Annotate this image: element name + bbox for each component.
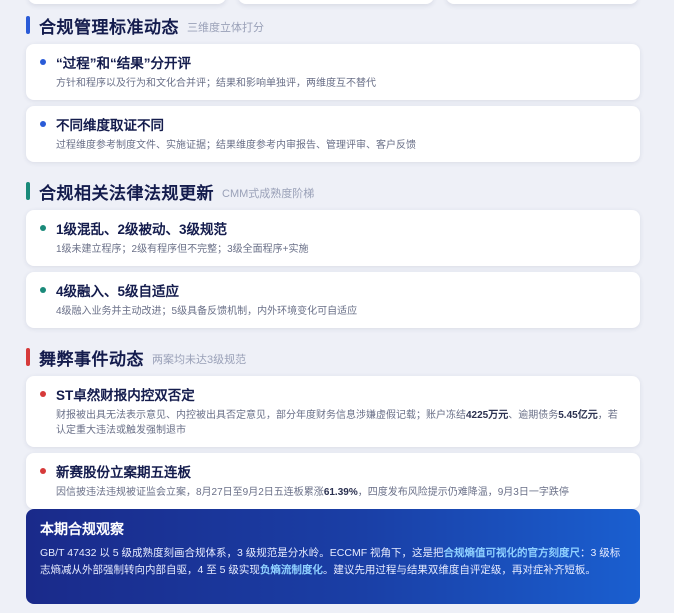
- card-title: ST卓然财报内控双否定: [56, 388, 195, 403]
- section-compliance-standards: 合规管理标准动态 三维度立体打分 “过程”和“结果”分开评 方针和程序以及行为和…: [26, 12, 640, 162]
- section-fraud-events: 舞弊事件动态 两案均未达3级规范 ST卓然财报内控双否定 财报被出具无法表示意见…: [26, 344, 640, 509]
- card-st-zhuoran: ST卓然财报内控双否定 财报被出具无法表示意见、内控被出具否定意见，部分年度财务…: [26, 376, 640, 447]
- desc-text: 、逾期债务: [508, 410, 559, 421]
- section-accent-bar: [26, 16, 30, 34]
- card-xinsai: 新赛股份立案期五连板 因信披违法违规被证监会立案，8月27日至9月2日五连板累涨…: [26, 453, 640, 509]
- obs-highlight: 合规熵值可视化的官方刻度尺: [443, 547, 581, 559]
- section-title: 舞弊事件动态: [39, 349, 144, 369]
- top-strip: [0, 0, 674, 6]
- card-description: 4级融入业务并主动改进；5级具备反馈机制，内外环境变化可自适应: [56, 306, 358, 317]
- observation-panel: 本期合规观察 GB/T 47432 以 5 级成熟度刻画合规体系，3 级规范是分…: [26, 509, 640, 604]
- section-subtitle: 两案均未达3级规范: [152, 353, 247, 366]
- desc-text: 因信披违法违规被证监会立案，8月27日至9月2日五连板累涨: [56, 487, 324, 498]
- bullet-dot-icon: [40, 225, 46, 231]
- section-subtitle: 三维度立体打分: [187, 21, 264, 34]
- section-header: 舞弊事件动态 两案均未达3级规范: [26, 344, 640, 370]
- bullet-dot-icon: [40, 59, 46, 65]
- card-description: 过程维度参考制度文件、实施证据；结果维度参考内审报告、管理评审、客户反馈: [56, 140, 416, 151]
- card-process-result: “过程”和“结果”分开评 方针和程序以及行为和文化合并评；结果和影响单独评，两维…: [26, 44, 640, 100]
- previous-card-edge: [28, 0, 226, 4]
- card-levels-4-5: 4级融入、5级自适应 4级融入业务并主动改进；5级具备反馈机制，内外环境变化可自…: [26, 272, 640, 328]
- observation-text: GB/T 47432 以 5 级成熟度刻画合规体系，3 级规范是分水岭。ECCM…: [40, 545, 626, 579]
- section-header: 合规管理标准动态 三维度立体打分: [26, 12, 640, 38]
- card-levels-1-3: 1级混乱、2级被动、3级规范 1级未建立程序；2级有程序但不完整；3级全面程序+…: [26, 210, 640, 266]
- bullet-dot-icon: [40, 468, 46, 474]
- section-subtitle: CMM式成熟度阶梯: [222, 187, 315, 200]
- obs-text: 。建议先用过程与结果双维度自评定级，再对症补齐短板。: [322, 564, 596, 576]
- obs-text: GB/T 47432 以 5 级成熟度刻画合规体系，3 级规范是分水岭。ECCM…: [40, 547, 444, 559]
- bullet-dot-icon: [40, 121, 46, 127]
- desc-highlight: 61.39%: [323, 487, 358, 498]
- card-title: 新赛股份立案期五连板: [56, 465, 191, 480]
- bullet-dot-icon: [40, 287, 46, 293]
- card-description: 1级未建立程序；2级有程序但不完整；3级全面程序+实施: [56, 244, 309, 255]
- bullet-dot-icon: [40, 391, 46, 397]
- section-header: 合规相关法律法规更新 CMM式成熟度阶梯: [26, 178, 640, 204]
- observation-title: 本期合规观察: [40, 521, 124, 537]
- section-title: 合规管理标准动态: [39, 17, 179, 37]
- section-accent-bar: [26, 348, 30, 366]
- card-description: 因信披违法违规被证监会立案，8月27日至9月2日五连板累涨61.39%，四度发布…: [40, 485, 626, 500]
- previous-card-edge: [446, 0, 638, 4]
- section-accent-bar: [26, 182, 30, 200]
- section-laws-updates: 合规相关法律法规更新 CMM式成熟度阶梯 1级混乱、2级被动、3级规范 1级未建…: [26, 178, 640, 328]
- card-title: “过程”和“结果”分开评: [56, 56, 191, 71]
- card-evidence: 不同维度取证不同 过程维度参考制度文件、实施证据；结果维度参考内审报告、管理评审…: [26, 106, 640, 162]
- desc-text: 财报被出具无法表示意见、内控被出具否定意见，部分年度财务信息涉嫌虚假记载；账户冻…: [56, 410, 466, 421]
- card-description: 财报被出具无法表示意见、内控被出具否定意见，部分年度财务信息涉嫌虚假记载；账户冻…: [40, 408, 626, 438]
- desc-highlight: 5.45亿元: [558, 410, 598, 421]
- section-title: 合规相关法律法规更新: [39, 183, 214, 203]
- desc-highlight: 4225万元: [466, 410, 509, 421]
- content-container: 合规管理标准动态 三维度立体打分 “过程”和“结果”分开评 方针和程序以及行为和…: [26, 12, 640, 509]
- obs-highlight: 负熵流制度化: [259, 564, 323, 576]
- card-title: 不同维度取证不同: [56, 118, 164, 133]
- card-description: 方针和程序以及行为和文化合并评；结果和影响单独评，两维度互不替代: [56, 78, 376, 89]
- desc-text: ，四度发布风险提示仍难降温，9月3日一字跌停: [357, 487, 569, 498]
- card-title: 1级混乱、2级被动、3级规范: [56, 222, 228, 237]
- previous-card-edge: [238, 0, 434, 4]
- card-title: 4级融入、5级自适应: [56, 284, 180, 299]
